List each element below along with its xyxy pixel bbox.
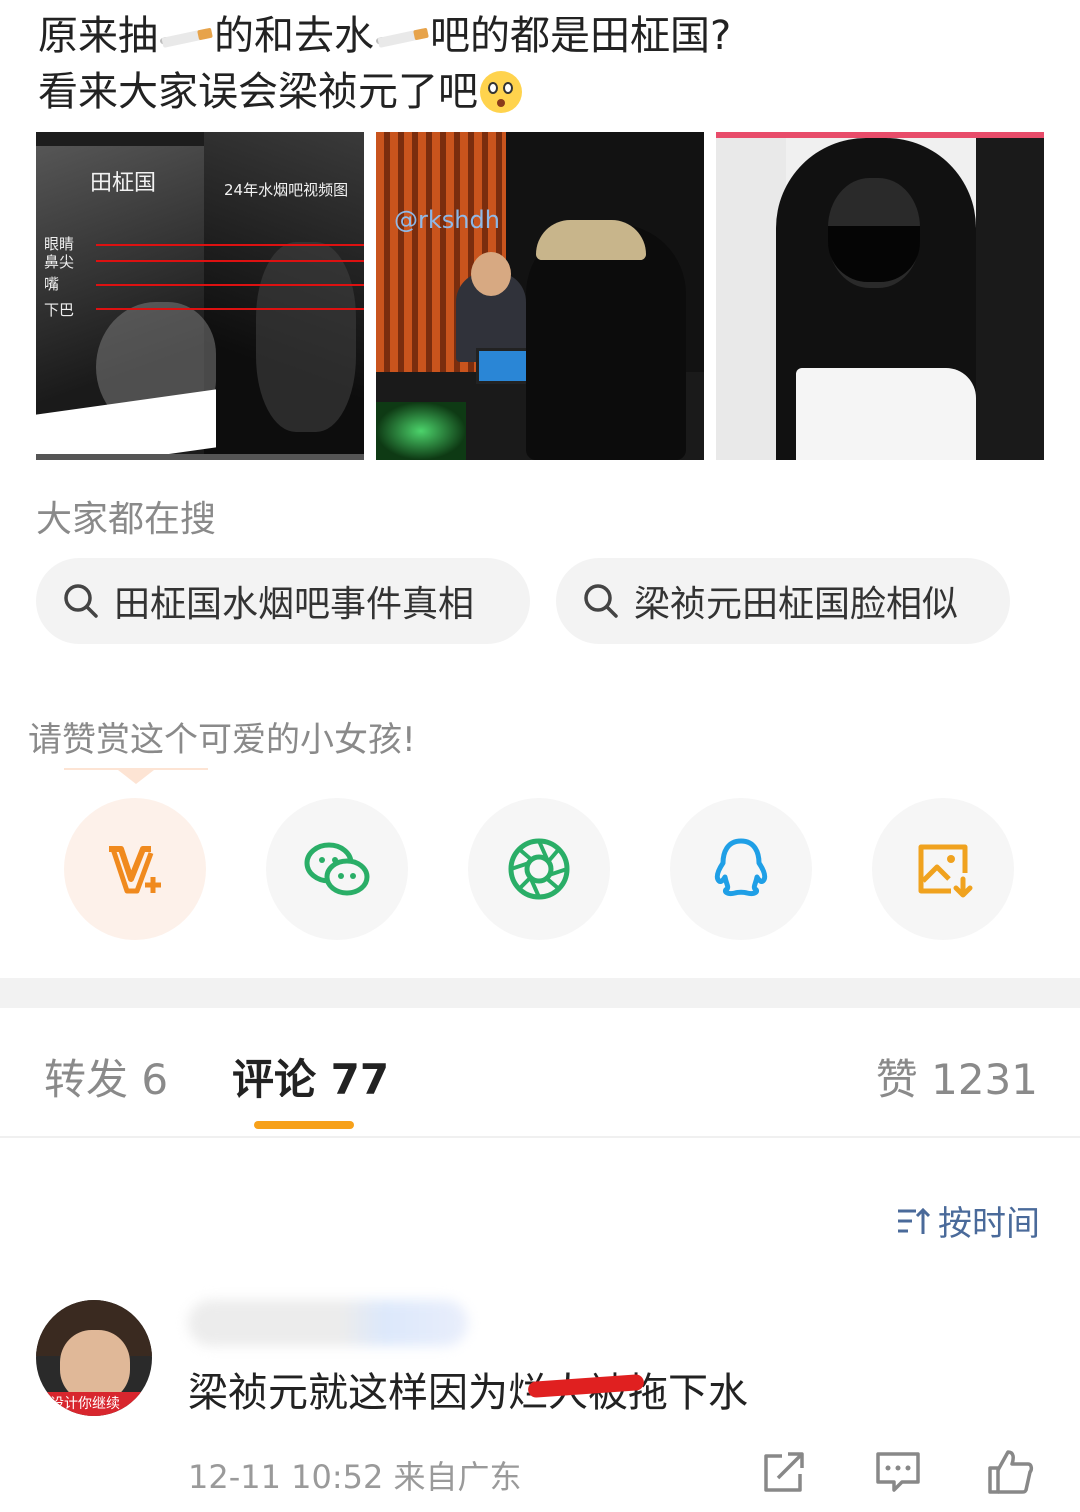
search-chip-label: 田柾国水烟吧事件真相 — [114, 584, 475, 625]
like-icon[interactable] — [986, 1448, 1034, 1496]
search-icon — [64, 584, 98, 618]
tab-like[interactable]: 赞 1231 — [876, 1046, 1038, 1107]
image-label-name: 田柾国 — [90, 171, 157, 196]
post-line-2: 看来大家误会梁祯元了吧 — [38, 64, 1038, 120]
comment-time: 12-11 10:52 — [188, 1458, 384, 1496]
search-chip[interactable]: 田柾国水烟吧事件真相 — [36, 558, 530, 644]
sort-toggle[interactable]: 按时间 — [896, 1196, 1040, 1245]
v-plus-icon — [109, 846, 161, 894]
post-image-1[interactable]: 田柾国 24年水烟吧视频图 眼睛 鼻尖 嘴 下巴 — [36, 132, 364, 460]
cigarette-emoji-icon — [158, 15, 214, 55]
image-label-caption: 24年水烟吧视频图 — [224, 181, 349, 199]
reward-pointer — [118, 770, 154, 784]
comment-text: 梁祯元就这样因为烂人被拖下水 — [188, 1370, 748, 1416]
image-watermark: @rkshdh — [394, 206, 500, 234]
post-text-segment: 原来抽 — [38, 13, 158, 59]
section-divider — [0, 978, 1080, 1008]
share-icon[interactable] — [760, 1448, 808, 1496]
reward-button[interactable] — [64, 798, 206, 940]
trending-search-title: 大家都在搜 — [36, 499, 217, 540]
blurred-username[interactable] — [188, 1300, 468, 1346]
share-moments-button[interactable] — [468, 798, 610, 940]
save-image-button[interactable] — [872, 798, 1014, 940]
post-text-segment: 看来大家误会梁祯元了吧 — [38, 69, 478, 115]
sort-icon — [898, 1207, 930, 1234]
save-image-icon — [918, 844, 973, 898]
search-chip[interactable]: 梁祯元田柾国脸相似 — [556, 558, 1010, 644]
qq-icon — [714, 838, 768, 896]
share-qq-button[interactable] — [670, 798, 812, 940]
post-text-segment: 吧的都是田柾国? — [430, 13, 732, 59]
image-feature-label: 下巴 — [44, 301, 75, 319]
search-icon — [584, 584, 618, 618]
wechat-icon — [304, 842, 370, 896]
photo-grid: 田柾国 24年水烟吧视频图 眼睛 鼻尖 嘴 下巴 @rkshdh — [36, 132, 1044, 462]
cigarette-emoji-icon — [374, 15, 430, 55]
avatar[interactable]: 设计你继续 — [36, 1300, 152, 1416]
image-feature-label: 眼睛 — [44, 235, 75, 253]
post-image-2[interactable]: @rkshdh — [376, 132, 704, 460]
reply-icon[interactable] — [874, 1448, 922, 1496]
search-chip-label: 梁祯元田柾国脸相似 — [634, 584, 959, 625]
active-tab-indicator — [254, 1121, 354, 1129]
tabs-divider — [0, 1136, 1080, 1138]
flushed-face-emoji-icon — [480, 71, 522, 113]
comment-meta: 12-11 10:52 来自广东 — [188, 1452, 522, 1498]
share-wechat-button[interactable] — [266, 798, 408, 940]
post-text: 原来抽 的和去水 吧的都是田柾国? 看来大家误会梁祯元了吧 — [38, 8, 1038, 120]
tab-repost[interactable]: 转发 6 — [44, 1046, 168, 1107]
tab-comment[interactable]: 评论 77 — [232, 1046, 389, 1107]
comment-location: 来自广东 — [393, 1458, 522, 1496]
image-feature-label: 鼻尖 — [44, 253, 75, 271]
avatar-caption: 设计你继续 — [36, 1392, 152, 1416]
post-line-1: 原来抽 的和去水 吧的都是田柾国? — [38, 8, 1038, 64]
moments-icon — [508, 838, 570, 900]
sort-label: 按时间 — [938, 1204, 1040, 1244]
reward-title: 请赞赏这个可爱的小女孩! — [28, 720, 416, 760]
post-text-segment: 的和去水 — [214, 13, 374, 59]
image-feature-label: 嘴 — [44, 275, 60, 293]
post-image-3[interactable] — [716, 132, 1044, 460]
